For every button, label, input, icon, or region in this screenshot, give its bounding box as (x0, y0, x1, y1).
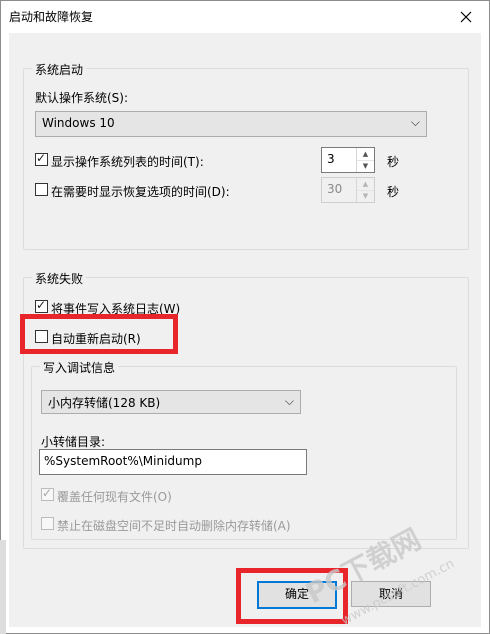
checkmark-icon: ✓ (42, 486, 53, 500)
checkmark-icon: ✓ (36, 298, 47, 312)
background-window-edge (0, 540, 6, 634)
show-recovery-label: 在需要时显示恢复选项的时间(D): (51, 185, 230, 199)
spin-down-icon[interactable]: ▼ (357, 190, 374, 202)
disable-auto-delete-checkbox[interactable] (41, 517, 54, 530)
dump-dir-value: %SystemRoot%\Minidump (44, 454, 202, 468)
default-os-label: 默认操作系统(S): (35, 91, 129, 105)
overwrite-checkbox[interactable]: ✓ (41, 486, 54, 501)
close-icon (460, 11, 472, 22)
show-os-list-unit: 秒 (387, 155, 400, 169)
show-recovery-unit: 秒 (387, 185, 400, 199)
dump-dir-label: 小转储目录: (41, 435, 106, 449)
show-recovery-time-value[interactable]: 30 (327, 182, 342, 196)
window-title: 启动和故障恢复 (9, 10, 94, 24)
show-recovery-checkbox[interactable] (35, 183, 48, 196)
default-os-select[interactable]: Windows 10 ⌵ (35, 111, 427, 137)
close-button[interactable] (443, 1, 489, 32)
chevron-down-icon: ⌵ (410, 115, 420, 129)
dump-type-select[interactable]: 小内存转储(128 KB) ⌵ (41, 390, 301, 414)
debug-info-title: 写入调试信息 (40, 359, 119, 376)
spinner-buttons: ▲ ▼ (356, 178, 374, 202)
dump-type-value: 小内存转储(128 KB) (48, 396, 161, 410)
overwrite-label: 覆盖任何现有文件(O) (57, 490, 172, 504)
show-os-list-label: 显示操作系统列表的时间(T): (51, 155, 204, 169)
spinner-buttons: ▲ ▼ (356, 148, 374, 172)
show-os-list-time-value[interactable]: 3 (327, 152, 335, 166)
spin-down-icon[interactable]: ▼ (357, 160, 374, 172)
show-os-list-checkbox[interactable]: ✓ (35, 151, 48, 166)
write-event-checkbox[interactable]: ✓ (35, 298, 48, 313)
default-os-value: Windows 10 (42, 116, 115, 130)
system-failure-title: 系统失败 (32, 270, 87, 287)
show-os-list-time-spinner[interactable]: 3 ▲ ▼ (321, 147, 375, 173)
dump-dir-input[interactable]: %SystemRoot%\Minidump (39, 449, 307, 475)
title-bar: 启动和故障恢复 (1, 1, 489, 32)
chevron-down-icon: ⌵ (284, 394, 294, 408)
checkmark-icon: ✓ (36, 151, 47, 165)
disable-auto-delete-label: 禁止在磁盘空间不足时自动删除内存转储(A) (57, 519, 291, 533)
show-recovery-time-spinner[interactable]: 30 ▲ ▼ (321, 177, 375, 203)
system-startup-title: 系统启动 (32, 61, 87, 78)
highlight-auto-restart (20, 314, 178, 354)
